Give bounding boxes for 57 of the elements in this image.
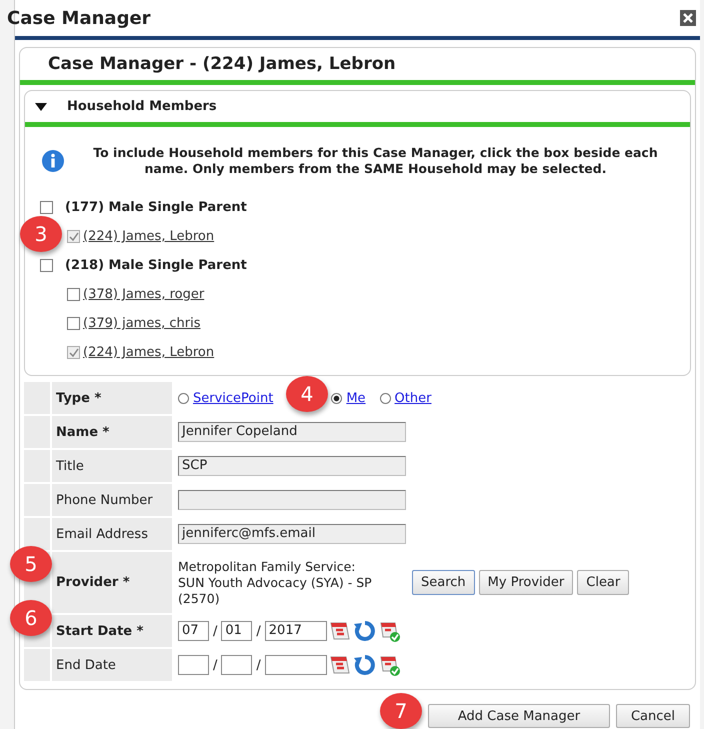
radio-button[interactable]	[178, 392, 189, 404]
provider-button[interactable]: Search	[412, 570, 475, 595]
radio-link[interactable]: ServicePoint	[193, 390, 274, 406]
checkbox[interactable]	[67, 230, 80, 243]
triangle-icon	[35, 102, 47, 110]
text-field[interactable]: Jennifer Copeland	[178, 422, 406, 442]
household-label: (177) Male Single Parent	[65, 200, 247, 215]
date-separator: /	[213, 658, 218, 672]
member-link[interactable]: (224) James, Lebron	[83, 345, 214, 360]
info-icon	[41, 149, 65, 173]
provider-text: Metropolitan Family Service: SUN Youth Advocacy (SYA) - SP (2570)	[178, 558, 373, 606]
month-field[interactable]	[178, 655, 209, 675]
refresh-icon[interactable]	[352, 653, 377, 677]
member-link[interactable]: (224) James, Lebron	[83, 229, 214, 244]
member-link[interactable]: (378) James, roger	[83, 287, 204, 302]
row-header-cell	[24, 518, 50, 550]
provider-button[interactable]: My Provider	[478, 570, 574, 595]
month-field[interactable]: 07	[178, 621, 209, 641]
date-separator: /	[213, 624, 218, 638]
close-icon	[680, 10, 696, 26]
dialog-button[interactable]: Cancel	[616, 704, 690, 728]
field-label: Type *	[52, 382, 172, 414]
field-label: Start Date *	[52, 615, 172, 647]
radio-link[interactable]: Me	[346, 390, 366, 406]
checkbox[interactable]	[40, 259, 53, 272]
provider-button[interactable]: Clear	[577, 570, 630, 595]
radio-link[interactable]: Other	[394, 390, 432, 406]
text-field[interactable]: jenniferc@mfs.email	[178, 524, 406, 544]
field-label: Title	[52, 450, 172, 482]
year-field[interactable]: 2017	[264, 621, 327, 641]
text-field[interactable]: SCP	[178, 456, 406, 476]
member-link[interactable]: (379) james, chris	[83, 316, 200, 331]
refresh-icon[interactable]	[352, 619, 377, 643]
year-field[interactable]	[264, 655, 327, 675]
info-text: To include Household members for this Case Manager, click the box beside each name. Only members from the SAME Household may be selected.	[92, 145, 659, 177]
day-field[interactable]: 01	[221, 621, 252, 641]
checkbox[interactable]	[40, 201, 53, 214]
section-title: Household Members	[67, 99, 217, 114]
field-label: Phone Number	[52, 484, 172, 516]
field-label: Name *	[52, 416, 172, 448]
date-separator: /	[256, 624, 261, 638]
day-field[interactable]	[221, 655, 252, 675]
household-label: (218) Male Single Parent	[65, 258, 247, 273]
panel-title: Case Manager - (224) James, Lebron	[48, 54, 396, 74]
dialog-button[interactable]: Add Case Manager	[428, 704, 610, 728]
radio-button[interactable]	[380, 392, 391, 404]
field-label: Provider *	[52, 552, 172, 613]
checkbox[interactable]	[67, 346, 80, 359]
field-label: End Date	[52, 649, 172, 681]
date-separator: /	[256, 658, 261, 672]
radio-button[interactable]	[331, 392, 342, 404]
window-title: Case Manager	[7, 8, 151, 28]
text-field[interactable]	[178, 490, 406, 510]
close-button[interactable]	[680, 10, 696, 26]
field-label: Email Address	[52, 518, 172, 550]
checkbox[interactable]	[67, 317, 80, 330]
checkbox[interactable]	[67, 288, 80, 301]
